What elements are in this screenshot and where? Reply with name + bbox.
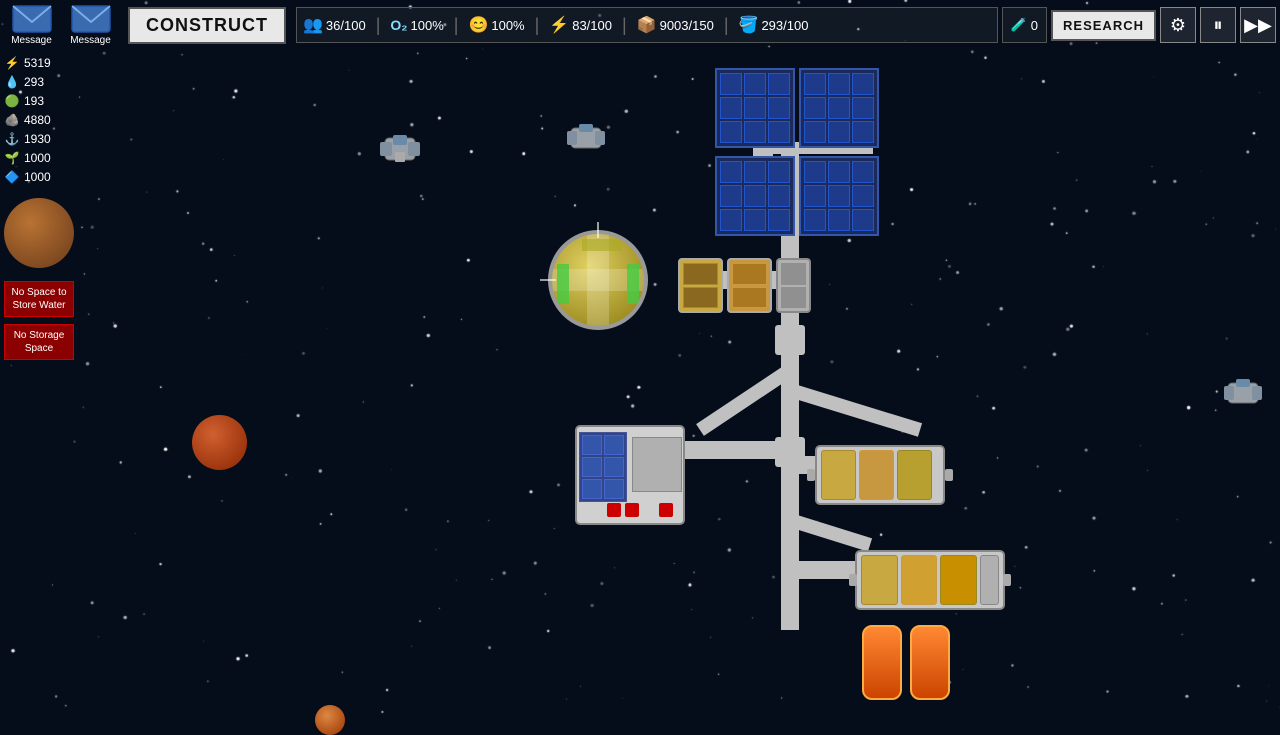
alert-no-storage[interactable]: No StorageSpace bbox=[4, 324, 74, 360]
water-icon: 🪣 bbox=[739, 15, 759, 35]
message1-button[interactable]: Message bbox=[4, 5, 59, 46]
flask-icon: 🧪 bbox=[1011, 17, 1027, 33]
food-icon: 🟢 bbox=[4, 93, 20, 109]
crew-value: 36/100 bbox=[326, 18, 366, 33]
topbar: Message Message CONSTRUCT 👥 36/100 | O₂ … bbox=[0, 0, 1280, 50]
message1-label: Message bbox=[11, 35, 52, 46]
mars-planet bbox=[192, 415, 247, 470]
metal-icon: ⚡ bbox=[4, 55, 20, 71]
power-module[interactable] bbox=[575, 425, 685, 525]
storage-stat: 📦 9003/150 bbox=[637, 15, 714, 35]
spacecraft-3 bbox=[1220, 375, 1266, 411]
flask-value: 0 bbox=[1031, 18, 1038, 33]
crew-stat: 👥 36/100 bbox=[303, 15, 366, 35]
planet-asteroid bbox=[4, 198, 74, 268]
research-button[interactable]: RESEARCH bbox=[1051, 10, 1156, 41]
message2-button[interactable]: Message bbox=[63, 5, 118, 46]
health-stat: 😊 100% bbox=[468, 15, 524, 35]
water-res-icon: 💧 bbox=[4, 74, 20, 90]
cargo-module-mid[interactable] bbox=[815, 445, 945, 505]
health-value: 100% bbox=[491, 18, 524, 33]
spacecraft-1 bbox=[375, 130, 425, 168]
power-icon: ⚡ bbox=[549, 15, 569, 35]
water-value: 293/100 bbox=[761, 18, 808, 33]
small-planet-bottom bbox=[315, 705, 345, 735]
resource-plant: 🌱 1000 bbox=[4, 150, 74, 166]
power-value: 83/100 bbox=[572, 18, 612, 33]
resource-water: 💧 293 bbox=[4, 74, 74, 90]
cargo-module-lower[interactable] bbox=[855, 550, 1005, 610]
cargo-modules-right[interactable] bbox=[678, 258, 811, 313]
resource-food: 🟢 193 bbox=[4, 93, 74, 109]
gear-icon: ⚙ bbox=[1170, 15, 1186, 36]
oxygen-stat: O₂ 100% bbox=[390, 17, 443, 33]
resource-rock: 🪨 4880 bbox=[4, 112, 74, 128]
water-stat: 🪣 293/100 bbox=[739, 15, 809, 35]
resource-ore: ⚓ 1930 bbox=[4, 131, 74, 147]
flask-area: 🧪 0 bbox=[1002, 7, 1047, 43]
fuel-tanks[interactable] bbox=[862, 625, 950, 700]
oxygen-value: 100% bbox=[411, 18, 444, 33]
storage-value: 9003/150 bbox=[660, 18, 714, 33]
crew-icon: 👥 bbox=[303, 15, 323, 35]
crystal-icon: 🔷 bbox=[4, 169, 20, 185]
solar-panels-top bbox=[715, 68, 879, 236]
plant-icon: 🌱 bbox=[4, 150, 20, 166]
ore-icon: ⚓ bbox=[4, 131, 20, 147]
rock-icon: 🪨 bbox=[4, 112, 20, 128]
pause-icon: ⏸ bbox=[1214, 15, 1223, 36]
health-icon: 😊 bbox=[468, 15, 488, 35]
left-panel: ⚡ 5319 💧 293 🟢 193 🪨 4880 ⚓ 1930 🌱 1000 … bbox=[4, 55, 74, 360]
settings-button[interactable]: ⚙ bbox=[1160, 7, 1196, 43]
storage-icon: 📦 bbox=[637, 15, 657, 35]
connectors-layer bbox=[0, 0, 1280, 720]
message2-label: Message bbox=[70, 35, 111, 46]
power-stat: ⚡ 83/100 bbox=[549, 15, 612, 35]
alert-no-water[interactable]: No Space toStore Water bbox=[4, 281, 74, 317]
pause-button[interactable]: ⏸ bbox=[1200, 7, 1236, 43]
status-bar: 👥 36/100 | O₂ 100% | 😊 100% | ⚡ 83/100 |… bbox=[296, 7, 998, 43]
station-core[interactable] bbox=[548, 230, 648, 330]
resource-crystal: 🔷 1000 bbox=[4, 169, 74, 185]
speed-button[interactable]: ▶▶ bbox=[1240, 7, 1276, 43]
resource-metal: ⚡ 5319 bbox=[4, 55, 74, 71]
construct-button[interactable]: CONSTRUCT bbox=[128, 7, 286, 44]
speed-icon: ▶▶ bbox=[1244, 15, 1272, 36]
spacecraft-2 bbox=[563, 120, 609, 156]
oxygen-icon: O₂ bbox=[390, 17, 407, 33]
